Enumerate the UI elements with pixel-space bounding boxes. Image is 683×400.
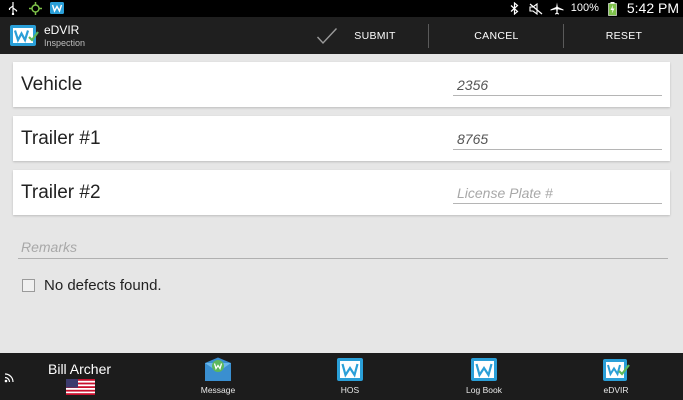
location-sync-icon <box>28 1 42 15</box>
message-icon <box>205 357 231 381</box>
nav-edvir-label: eDVIR <box>603 385 629 395</box>
status-bar-right: 100% 5:42 PM <box>508 1 679 16</box>
trailer1-card: Trailer #1 <box>13 116 670 161</box>
submit-button[interactable]: SUBMIT <box>286 17 426 54</box>
bottom-bar: Bill Archer Message HOS Log Book eDVIR <box>0 353 683 400</box>
status-bar-left <box>6 1 64 15</box>
wifi-signal-icon <box>4 370 16 388</box>
reset-button[interactable]: RESET <box>565 17 683 54</box>
usb-icon <box>6 1 20 15</box>
nav-hos-label: HOS <box>340 385 360 395</box>
trailer2-card: Trailer #2 <box>13 170 670 215</box>
no-defects-checkbox[interactable] <box>22 279 35 292</box>
cancel-label: CANCEL <box>474 29 519 42</box>
trailer1-label: Trailer #1 <box>21 128 101 149</box>
trailer1-input[interactable] <box>453 128 662 150</box>
logbook-icon <box>471 358 497 381</box>
bluetooth-icon <box>508 2 522 16</box>
vehicle-input[interactable] <box>453 74 662 96</box>
mute-icon <box>529 2 543 16</box>
no-defects-checkbox-row[interactable]: No defects found. <box>22 277 162 294</box>
airplane-icon <box>550 2 564 16</box>
app-title: eDVIR <box>44 23 80 37</box>
clock: 5:42 PM <box>626 0 679 16</box>
nav-logbook-label: Log Book <box>466 385 502 395</box>
hos-icon <box>337 358 363 381</box>
edvir-icon <box>603 359 630 381</box>
edvir-app-logo-icon <box>10 23 40 47</box>
reset-label: RESET <box>605 29 643 42</box>
checkmark-icon <box>317 27 338 44</box>
cancel-button[interactable]: CANCEL <box>430 17 563 54</box>
trailer2-label: Trailer #2 <box>21 182 101 203</box>
trailer2-input[interactable] <box>453 182 662 204</box>
submit-label: SUBMIT <box>354 29 396 42</box>
battery-percent: 100% <box>570 2 599 14</box>
status-bar: 100% 5:42 PM <box>0 0 683 17</box>
no-defects-label: No defects found. <box>44 277 162 294</box>
vehicle-card: Vehicle <box>13 62 670 107</box>
remarks-input[interactable] <box>18 236 668 259</box>
action-bar-divider <box>428 24 429 48</box>
us-flag-icon <box>66 379 95 395</box>
nav-logbook[interactable]: Log Book <box>444 357 524 399</box>
nav-hos[interactable]: HOS <box>310 357 390 399</box>
w-app-icon <box>50 1 64 15</box>
nav-message[interactable]: Message <box>178 357 258 399</box>
nav-edvir[interactable]: eDVIR <box>576 357 656 399</box>
nav-message-label: Message <box>200 385 236 395</box>
battery-charging-icon <box>606 1 620 16</box>
action-bar: eDVIR Inspection SUBMIT CANCEL RESET <box>0 17 683 54</box>
app-subtitle: Inspection <box>44 38 86 48</box>
vehicle-label: Vehicle <box>21 74 83 95</box>
user-name: Bill Archer <box>48 361 112 377</box>
action-bar-divider <box>563 24 564 48</box>
